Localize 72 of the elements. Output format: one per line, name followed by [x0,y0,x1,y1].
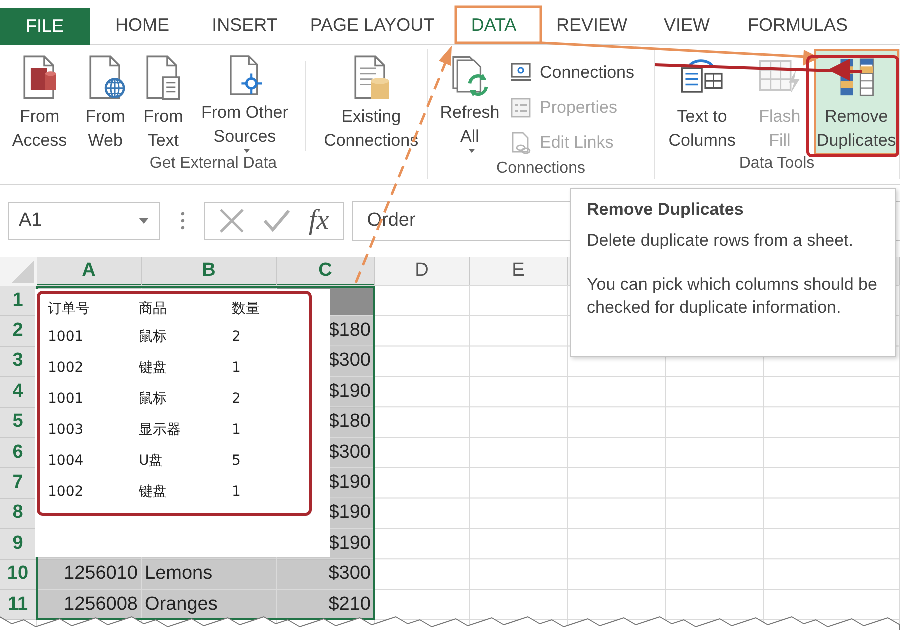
column-header[interactable]: A [37,257,142,286]
table-header: 商品 [139,300,168,319]
row-header[interactable]: 1 [0,286,37,316]
table-header: 数量 [232,300,261,319]
table-cell-text: 鼠标 [139,328,168,346]
row-header[interactable]: 3 [0,346,37,378]
table-cell-text: 2 [232,390,242,408]
table-cell-text: 1 [232,420,242,440]
ribbon-tab[interactable]: INSERT [195,6,295,44]
row-header[interactable]: 2 [0,316,37,347]
table-cell-text: 5 [232,452,242,470]
column-header[interactable]: B [142,257,277,286]
group-label: Connections [496,160,586,179]
row-header[interactable]: 4 [0,377,37,408]
enter-icon[interactable] [263,209,291,233]
table-cell-text: 1 [232,482,242,502]
ribbon-tab[interactable]: PAGE LAYOUT [295,6,450,44]
ribbon-button[interactable]: Existing Connections [316,49,427,155]
tooltip-title: Remove Duplicates [587,199,745,221]
table-cell-text: 1002 [48,358,85,378]
row-header[interactable]: 10 [0,560,37,590]
link-document-icon [510,132,532,154]
ribbon-tab[interactable]: REVIEW [538,6,646,44]
ribbon-button[interactable]: Remove Duplicates [814,49,899,155]
tooltip-text: You can pick which columns should be checked for duplicate information. [587,274,878,318]
ribbon-button[interactable]: Refresh All [434,49,506,155]
column-header[interactable]: E [470,257,568,286]
table-cell-text: 键盘 [139,358,168,378]
column-header[interactable]: D [375,257,470,286]
monitor-icon [510,62,532,84]
properties-icon [510,96,532,118]
cancel-icon[interactable] [219,208,245,234]
handle-icon[interactable] [180,212,186,230]
row-header[interactable]: 9 [0,529,37,560]
ribbon-button[interactable]: From Access [4,49,76,155]
row-header[interactable]: 11 [0,590,37,620]
table-cell-text: 1001 [48,390,85,408]
row-header[interactable]: 8 [0,498,37,530]
file-tab[interactable]: FILE [0,8,90,45]
ribbon-button[interactable]: From Text [136,49,192,155]
table-cell-text: U盘 [139,452,164,470]
ribbon-tab[interactable]: FORMULAS [728,6,868,44]
ribbon-tab[interactable]: VIEW [646,6,728,44]
table-cell-text: 鼠标 [139,390,168,408]
name-box[interactable]: A1 [8,202,160,240]
table-cell: 1256010 [37,560,142,590]
ribbon-button[interactable]: From Web [80,49,132,155]
ribbon-tab[interactable]: HOME [90,6,195,44]
ribbon-button[interactable]: From Other Sources [195,49,295,155]
tooltip-text: Delete duplicate rows from a sheet. [587,230,854,252]
table-cell-text: 1004 [48,452,85,470]
group-label: Data Tools [738,155,816,174]
table-cell-text: 1002 [48,482,85,502]
table-cell-text: 2 [232,328,242,346]
ribbon-button[interactable]: Connections [510,55,635,90]
row-header[interactable]: 5 [0,408,37,438]
table-header: 订单号 [48,300,91,319]
table-cell: $300 [277,560,375,590]
table-cell-text: 1 [232,358,242,378]
table-cell-text: 1003 [48,420,85,440]
caret-icon [139,218,149,224]
ribbon-button[interactable]: Text to Columns [659,49,746,155]
table-cell: Lemons [142,560,277,590]
table-cell-text: 键盘 [139,482,168,502]
table-cell-text: 1001 [48,328,85,346]
column-header[interactable]: C [277,257,375,286]
row-header[interactable]: 7 [0,468,37,499]
row-header[interactable]: 6 [0,438,37,468]
group-label: Get External Data [148,155,278,174]
select-all-button[interactable] [0,257,37,286]
insert-function-button[interactable]: fx [309,206,330,236]
table-cell-text: 显示器 [139,420,182,440]
